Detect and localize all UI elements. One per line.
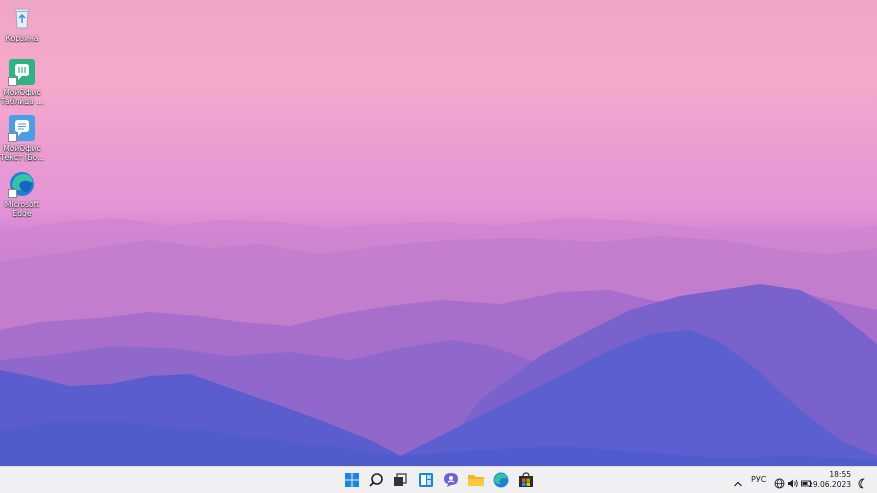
myoffice-spreadsheet-icon bbox=[8, 58, 36, 86]
clock-time: 18:55 bbox=[829, 470, 851, 479]
show-hidden-icons-button[interactable] bbox=[733, 474, 743, 493]
desktop-icon-myoffice-spreadsheet[interactable]: МойОфис Таблица ... bbox=[0, 58, 44, 106]
desktop-icon-label: Edge bbox=[12, 209, 32, 218]
edge-icon bbox=[8, 170, 36, 198]
desktop-icon-microsoft-edge[interactable]: Microsoft Edge bbox=[0, 170, 44, 218]
chat-icon bbox=[444, 473, 458, 487]
clock-date: 19.06.2023 bbox=[808, 480, 851, 489]
store-icon bbox=[519, 472, 533, 487]
desktop-icon-label: МойОфис bbox=[3, 144, 41, 153]
myoffice-text-icon bbox=[8, 114, 36, 142]
wallpaper-mountains bbox=[0, 218, 877, 466]
network-button[interactable] bbox=[774, 474, 785, 493]
network-icon bbox=[774, 478, 785, 489]
desktop-icon-myoffice-text[interactable]: МойОфис Текст (Бо... bbox=[0, 114, 44, 162]
notification-icon bbox=[858, 478, 865, 489]
chevron-up-icon bbox=[734, 481, 742, 487]
desktop-icon-recycle-bin[interactable]: Корзина bbox=[0, 4, 44, 43]
shortcut-arrow-icon bbox=[8, 133, 17, 142]
shortcut-arrow-icon bbox=[8, 189, 17, 198]
task-view-icon bbox=[394, 473, 407, 486]
desktop-icon-label: Microsoft bbox=[4, 200, 40, 209]
desktop-icon-label: МойОфис bbox=[3, 88, 41, 97]
start-icon bbox=[345, 473, 359, 487]
file-explorer-icon bbox=[468, 475, 484, 486]
start-button[interactable] bbox=[342, 471, 362, 489]
clock[interactable]: 18:55 19.06.2023 bbox=[808, 470, 851, 490]
volume-icon bbox=[788, 479, 798, 488]
widgets-button[interactable] bbox=[416, 471, 436, 489]
search-button[interactable] bbox=[366, 471, 386, 489]
widgets-icon bbox=[419, 473, 433, 487]
notifications-button[interactable] bbox=[856, 474, 867, 493]
desktop[interactable]: Корзина МойОфис Таблица ... МойОфис Текс… bbox=[0, 0, 877, 466]
task-view-button[interactable] bbox=[390, 471, 410, 489]
file-explorer-button[interactable] bbox=[466, 471, 486, 489]
language-indicator[interactable]: РУС bbox=[751, 475, 766, 484]
recycle-bin-icon bbox=[8, 4, 36, 32]
edge-taskbar-button[interactable] bbox=[491, 471, 511, 489]
chat-button[interactable] bbox=[441, 471, 461, 489]
shortcut-arrow-icon bbox=[8, 77, 17, 86]
desktop-icon-label: Таблица ... bbox=[0, 97, 44, 106]
search-icon bbox=[369, 473, 383, 487]
desktop-icon-label: Корзина bbox=[5, 34, 39, 43]
store-button[interactable] bbox=[516, 471, 536, 489]
desktop-icon-label: Текст (Бо... bbox=[0, 153, 44, 162]
edge-icon bbox=[493, 472, 509, 488]
taskbar: РУС 18:55 19.06.2023 bbox=[0, 466, 877, 493]
volume-button[interactable] bbox=[787, 474, 799, 493]
